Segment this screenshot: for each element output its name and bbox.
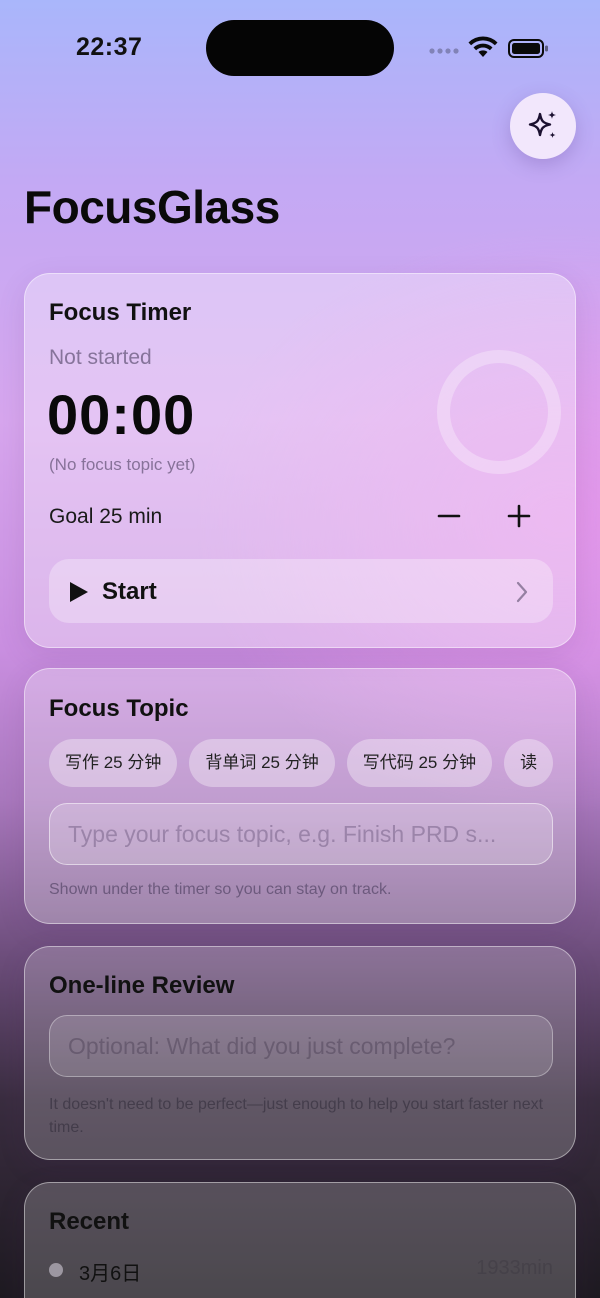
review-input[interactable] — [49, 1015, 553, 1077]
progress-ring — [437, 350, 561, 474]
start-button-label: Start — [102, 578, 157, 605]
focus-topic-hint: Shown under the timer so you can stay on… — [49, 881, 392, 898]
topic-chip[interactable]: 背单词 25 分钟 — [189, 739, 335, 787]
increase-goal-button[interactable] — [503, 500, 535, 532]
battery-icon — [508, 39, 548, 58]
status-time: 22:37 — [76, 33, 143, 61]
timer-status: Not started — [49, 346, 152, 369]
focus-topic-input[interactable] — [49, 803, 553, 865]
focus-topic-title: Focus Topic — [49, 695, 189, 722]
recent-card: Recent 3月6日 1933min — [24, 1182, 576, 1298]
timer-topic-label: (No focus topic yet) — [49, 455, 196, 474]
wifi-icon — [468, 36, 498, 57]
topic-chip-row[interactable]: 写作 25 分钟 背单词 25 分钟 写代码 25 分钟读 — [49, 739, 553, 787]
cellular-signal-icon — [429, 48, 459, 54]
chevron-right-icon — [516, 581, 528, 603]
recent-date: 3月6日 — [79, 1263, 142, 1285]
goal-label: Goal 25 min — [49, 505, 163, 528]
plus-icon — [507, 504, 531, 528]
focus-timer-card: Focus Timer Not started 00:00 (No focus … — [24, 273, 576, 648]
recent-minutes: 1933min — [476, 1257, 553, 1279]
play-icon — [70, 582, 88, 602]
recent-title: Recent — [49, 1208, 130, 1235]
recent-list-item[interactable]: 3月6日 1933min — [49, 1255, 553, 1285]
review-hint: It doesn't need to be perfect—just enoug… — [49, 1096, 544, 1136]
topic-chip[interactable]: 读 — [504, 739, 553, 787]
status-icons — [429, 36, 548, 58]
app-title: FocusGlass — [24, 181, 280, 233]
topic-chip[interactable]: 写作 25 分钟 — [49, 739, 178, 787]
review-card: One-line Review It doesn't need to be pe… — [24, 946, 576, 1160]
status-dot — [49, 1263, 63, 1277]
start-button[interactable]: Start — [49, 559, 553, 623]
status-bar: 22:37 — [0, 0, 600, 96]
decrease-goal-button[interactable] — [433, 500, 465, 532]
focus-topic-card: Focus Topic 写作 25 分钟 背单词 25 分钟 写代码 25 分钟读 … — [24, 668, 576, 924]
topic-chip[interactable]: 写代码 25 分钟 — [346, 739, 493, 787]
focus-timer-title: Focus Timer — [49, 299, 192, 326]
sparkles-icon — [528, 111, 556, 138]
timer-display: 00:00 — [47, 383, 196, 446]
review-title: One-line Review — [49, 972, 235, 999]
dynamic-island — [206, 20, 394, 76]
ai-assist-button[interactable] — [510, 93, 576, 159]
